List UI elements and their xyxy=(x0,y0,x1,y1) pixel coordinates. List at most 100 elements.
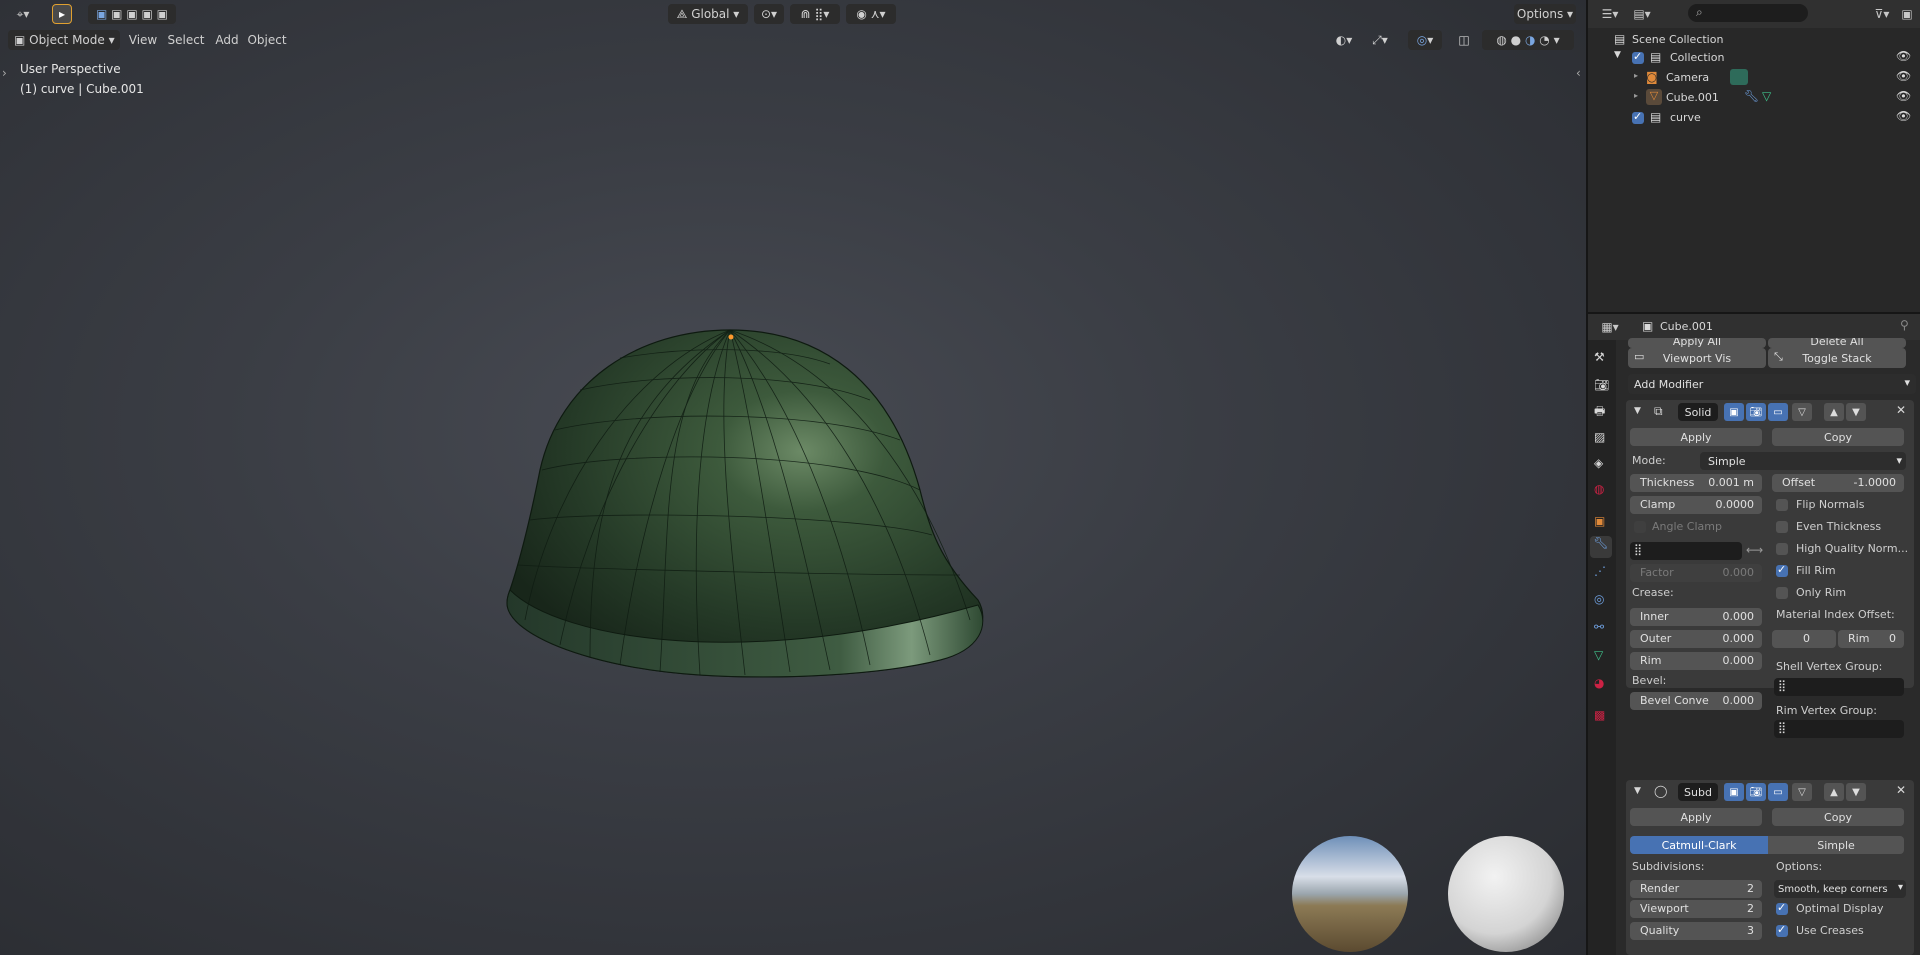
mesh-data-icon[interactable]: ▽ xyxy=(1762,89,1771,103)
select-subtract-icon[interactable]: ▣ xyxy=(126,7,137,21)
menu-add[interactable]: Add xyxy=(212,30,242,50)
select-mode-buttons[interactable]: ▣ ▣ ▣ ▣ ▣ xyxy=(88,4,176,24)
mesh-data-tab-icon[interactable]: ▽ xyxy=(1594,648,1603,662)
bevel-convex-field[interactable]: Bevel Conve 0.000 xyxy=(1630,692,1762,710)
properties-editor-type-icon[interactable]: ▦▾ xyxy=(1596,317,1624,337)
gizmo-toggle[interactable]: ⤢ ▾ xyxy=(1364,30,1396,50)
solidify-name-field[interactable]: Solid xyxy=(1678,403,1718,421)
outliner-row-collection[interactable]: ▼ ▤ Collection 👁︎ xyxy=(1588,48,1920,68)
material-shading-icon[interactable]: ◑ xyxy=(1525,33,1535,47)
outliner-row-scene-collection[interactable]: ▤ Scene Collection xyxy=(1588,30,1920,50)
helmet-mesh[interactable] xyxy=(500,320,1000,690)
snap-grid-icon[interactable]: ⣿ xyxy=(815,7,824,21)
modifier-wrench-icon[interactable]: 🔧︎ xyxy=(1744,89,1759,103)
outliner-editor-type-icon[interactable]: ☰▾ xyxy=(1596,4,1624,24)
eye-selectable-icon[interactable]: ◐ xyxy=(1336,33,1346,47)
menu-view[interactable]: View xyxy=(126,30,160,50)
subsurf-copy-button[interactable]: Copy xyxy=(1772,808,1904,826)
physics-tab-icon[interactable]: ◎ xyxy=(1594,592,1604,606)
overlays-icon[interactable]: ◎ xyxy=(1417,33,1427,47)
catmull-clark-toggle[interactable]: Catmull-Clark xyxy=(1630,836,1768,854)
vertex-group-field[interactable]: ⣿ xyxy=(1630,542,1742,560)
select-new-icon[interactable]: ▣ xyxy=(96,7,107,21)
object-tab-icon[interactable]: ▣ xyxy=(1594,514,1605,528)
falloff-icon[interactable]: ⋏ xyxy=(871,7,880,21)
select-extend-icon[interactable]: ▣ xyxy=(111,7,122,21)
high-quality-normals-checkbox[interactable] xyxy=(1776,543,1788,555)
toolbar-expand-icon[interactable]: › xyxy=(2,66,7,80)
view-layer-tab-icon[interactable]: ▨ xyxy=(1594,430,1605,444)
eye-icon[interactable]: 👁︎ xyxy=(1896,109,1911,123)
subsurf-name-field[interactable]: Subd xyxy=(1678,783,1718,801)
editor-type-icon[interactable]: ⌖▾ xyxy=(8,4,38,24)
close-icon[interactable]: ✕ xyxy=(1896,403,1906,417)
mode-dropdown[interactable]: ▣ Object Mode ▾ xyxy=(8,30,120,50)
subsurf-apply-button[interactable]: Apply xyxy=(1630,808,1762,826)
move-down-icon[interactable]: ▼ xyxy=(1846,403,1866,421)
material-rim-offset-field[interactable]: Rim 0 xyxy=(1838,630,1904,648)
outliner-row-camera[interactable]: ▸ ◙ Camera 👁︎ xyxy=(1588,68,1920,88)
toggle-stack-button[interactable]: ⤡ Toggle Stack xyxy=(1768,348,1906,368)
pin-icon[interactable]: ⚲ xyxy=(1900,318,1909,332)
collapse-arrow-icon[interactable]: ▼ xyxy=(1634,786,1641,796)
factor-field[interactable]: Factor 0.000 xyxy=(1630,564,1762,582)
visibility-dropdown[interactable]: ◐ ▾ xyxy=(1328,30,1360,50)
realtime-toggle-icon[interactable]: ▭ xyxy=(1768,783,1788,801)
outliner-search-input[interactable]: ⌕ xyxy=(1688,4,1808,22)
new-collection-icon[interactable]: ▣ xyxy=(1898,4,1916,24)
magnet-icon[interactable]: ⋒ xyxy=(801,7,811,21)
move-down-icon[interactable]: ▼ xyxy=(1846,783,1866,801)
shell-vertex-group-field[interactable]: ⣿ xyxy=(1774,678,1904,696)
close-icon[interactable]: ✕ xyxy=(1896,783,1906,797)
edit-mode-toggle-icon[interactable]: ▣ xyxy=(1724,783,1744,801)
proportional-icon[interactable]: ◉ xyxy=(856,7,866,21)
viewport-vis-button[interactable]: ▭ Viewport Vis xyxy=(1628,348,1766,368)
angle-clamp-checkbox[interactable] xyxy=(1634,521,1646,533)
edit-mode-toggle-icon[interactable]: ▣ xyxy=(1724,403,1744,421)
collection-checkbox[interactable] xyxy=(1632,50,1644,64)
eye-icon[interactable]: 👁︎ xyxy=(1896,49,1911,63)
material-offset-field[interactable]: 0 xyxy=(1772,630,1836,648)
scene-tab-icon[interactable]: ◈ xyxy=(1594,456,1603,470)
overlays-toggle[interactable]: ◎ ▾ xyxy=(1408,30,1442,50)
uv-smooth-dropdown[interactable]: Smooth, keep corners ▾ xyxy=(1774,880,1906,898)
proportional-edit-toggle[interactable]: ◉ ⋏ ▾ xyxy=(846,4,896,24)
fill-rim-checkbox[interactable] xyxy=(1776,563,1788,577)
solidify-copy-button[interactable]: Copy xyxy=(1772,428,1904,446)
texture-tab-icon[interactable]: ▩ xyxy=(1594,708,1605,722)
expand-arrow-icon[interactable]: ▼ xyxy=(1614,50,1621,60)
realtime-toggle-icon[interactable]: ▭ xyxy=(1768,403,1788,421)
expand-arrow-icon[interactable]: ▸ xyxy=(1634,91,1638,100)
particles-tab-icon[interactable]: ⋰ xyxy=(1594,564,1606,578)
menu-select[interactable]: Select xyxy=(164,30,208,50)
gizmo-icon[interactable]: ⤢ xyxy=(1372,33,1382,48)
xray-toggle[interactable]: ◫ xyxy=(1454,30,1474,50)
select-intersect-icon[interactable]: ▣ xyxy=(157,7,168,21)
add-modifier-dropdown[interactable]: Add Modifier ▾ xyxy=(1628,374,1916,394)
render-levels-field[interactable]: Render 2 xyxy=(1630,880,1762,898)
transform-orientation-dropdown[interactable]: ⟁ Global ▾ xyxy=(668,4,748,24)
on-cage-toggle-icon[interactable]: ▽ xyxy=(1792,783,1812,801)
outliner-row-cube[interactable]: ▸ ▽ Cube.001 🔧︎ ▽ 👁︎ xyxy=(1588,88,1920,108)
use-creases-checkbox[interactable] xyxy=(1776,923,1788,937)
rendered-shading-icon[interactable]: ◔ xyxy=(1539,33,1549,47)
outliner-row-curve[interactable]: ▤ curve 👁︎ xyxy=(1588,108,1920,128)
modifier-tab-icon[interactable]: 🔧︎ xyxy=(1590,536,1612,558)
collapse-arrow-icon[interactable]: ▼ xyxy=(1634,406,1641,416)
apply-all-button[interactable]: Apply All xyxy=(1628,338,1766,348)
clamp-field[interactable]: Clamp 0.0000 xyxy=(1630,496,1762,514)
optimal-display-checkbox[interactable] xyxy=(1776,901,1788,915)
output-tab-icon[interactable]: 🖶︎ xyxy=(1594,402,1605,423)
render-tab-icon[interactable]: 📷︎ xyxy=(1594,378,1609,392)
viewport-levels-field[interactable]: Viewport 2 xyxy=(1630,900,1762,918)
select-invert-icon[interactable]: ▣ xyxy=(142,7,153,21)
sidebar-expand-icon[interactable]: ‹ xyxy=(1576,66,1581,80)
world-tab-icon[interactable]: ◍ xyxy=(1594,482,1604,496)
eye-icon[interactable]: 👁︎ xyxy=(1896,69,1911,83)
solid-shading-icon[interactable]: ● xyxy=(1511,33,1521,47)
curve-checkbox[interactable] xyxy=(1632,110,1644,124)
pivot-point-dropdown[interactable]: ⊙▾ xyxy=(754,4,784,24)
shading-buttons[interactable]: ◍ ● ◑ ◔ ▾ xyxy=(1482,30,1574,50)
simple-toggle[interactable]: Simple xyxy=(1768,836,1904,854)
crease-rim-field[interactable]: Rim 0.000 xyxy=(1630,652,1762,670)
